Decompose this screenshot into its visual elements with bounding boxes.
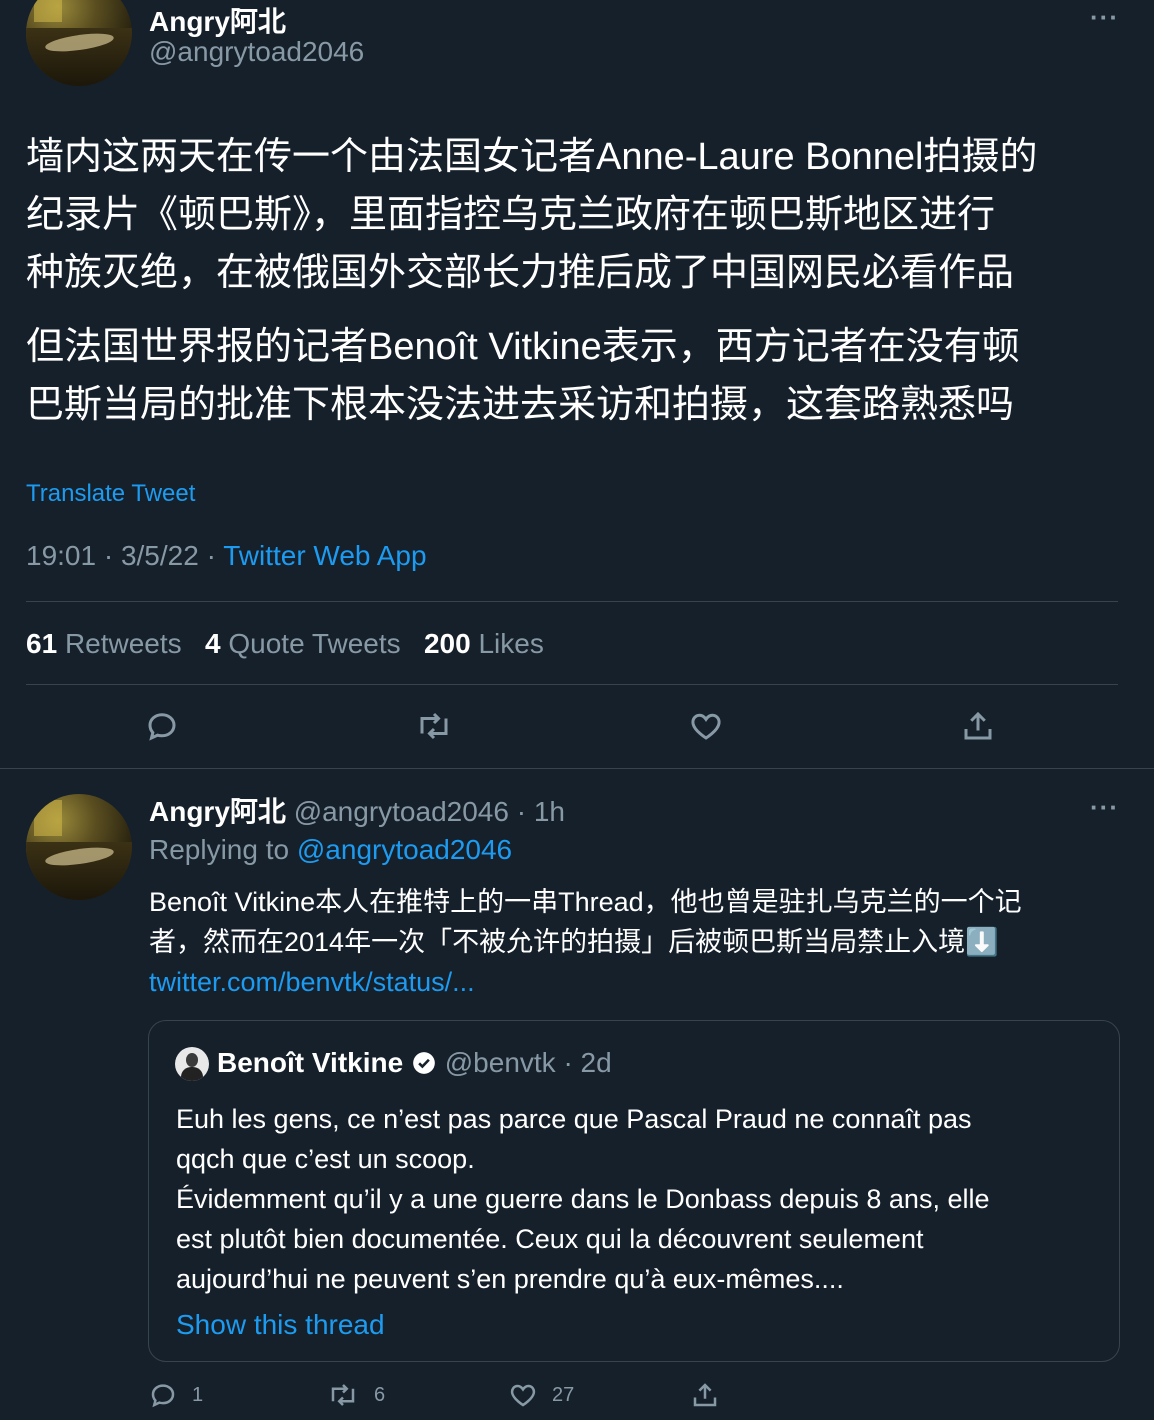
author-handle[interactable]: @angrytoad2046 (149, 36, 364, 68)
quoted-text-line: Euh les gens, ce n’est pas parce que Pas… (176, 1104, 972, 1134)
author-name[interactable]: Angry阿北 (149, 796, 286, 827)
tweet-text-line: 巴斯当局的批准下根本没法进去采访和拍摄，这套路熟悉吗 (26, 384, 1015, 426)
reply-text-line: 者，然而在2014年一次「不被允许的拍摄」后被顿巴斯当局禁止入境⬇️ (149, 927, 999, 957)
tweet-timestamp[interactable]: 19:01 · 3/5/22 · (26, 540, 223, 571)
more-options-icon[interactable]: ··· (1090, 792, 1119, 823)
reply-icon (151, 1384, 175, 1408)
show-thread-link[interactable]: Show this thread (176, 1309, 385, 1341)
tweet-text-paragraph-2: 但法国世界报的记者Benoît Vitkine表示，西方记者在没有顿 巴斯当局的… (26, 318, 1126, 434)
share-button[interactable] (960, 708, 996, 744)
heart-icon (510, 1384, 536, 1407)
verified-badge-icon (413, 1052, 435, 1074)
like-button[interactable]: 27 (508, 1380, 574, 1410)
status-link[interactable]: twitter.com/benvtk/status/... (149, 962, 1134, 1002)
tweet-text-line: 但法国世界报的记者Benoît Vitkine表示，西方记者在没有顿 (26, 326, 1020, 368)
retweet-icon (331, 1384, 355, 1406)
quoted-text-line: qqch que c’est un scoop. (176, 1144, 475, 1174)
reply-text-line: Benoît Vitkine本人在推特上的一串Thread，他也曾是驻扎乌克兰的… (149, 887, 1022, 917)
tweet-text-line: 种族灭绝，在被俄国外交部长力推后成了中国网民必看作品 (26, 252, 1015, 294)
quoted-tweet-card[interactable]: Benoît Vitkine @benvtk · 2d Euh les gens… (148, 1020, 1120, 1362)
tweet-text-line: 墙内这两天在传一个由法国女记者Anne-Laure Bonnel拍摄的 (26, 136, 1038, 178)
quoted-text-line: Évidemment qu’il y a une guerre dans le … (176, 1184, 990, 1214)
tweet-meta: 19:01 · 3/5/22 · Twitter Web App (26, 540, 427, 572)
divider (0, 768, 1154, 769)
avatar[interactable] (26, 794, 132, 900)
quote-tweets-stat[interactable]: 4 Quote Tweets (205, 628, 401, 659)
tweet-source-link[interactable]: Twitter Web App (223, 540, 426, 571)
avatar[interactable] (26, 0, 132, 86)
like-count: 27 (552, 1383, 575, 1406)
tweet-text: 墙内这两天在传一个由法国女记者Anne-Laure Bonnel拍摄的 纪录片《… (26, 128, 1126, 302)
replying-to: Replying to @angrytoad2046 (149, 834, 512, 866)
retweets-stat[interactable]: 61 Retweets (26, 628, 182, 659)
reply-header: Angry阿北 @angrytoad2046 · 1h (149, 790, 565, 830)
quoted-handle-time[interactable]: @benvtk · 2d (445, 1047, 612, 1078)
retweet-icon (420, 712, 448, 740)
retweet-button[interactable] (414, 708, 454, 744)
quoted-author-name[interactable]: Benoît Vitkine (217, 1047, 403, 1078)
share-icon (693, 1383, 717, 1407)
quoted-text-line: est plutôt bien documentée. Ceux qui la … (176, 1224, 924, 1254)
likes-stat[interactable]: 200 Likes (424, 628, 544, 659)
share-icon (964, 711, 992, 740)
translate-tweet-link[interactable]: Translate Tweet (26, 480, 195, 508)
author-handle-time[interactable]: @angrytoad2046 · 1h (294, 796, 565, 827)
retweet-button[interactable]: 6 (326, 1380, 385, 1410)
tweet-text-line: 纪录片《顿巴斯》，里面指控乌克兰政府在顿巴斯地区进行 (26, 194, 996, 236)
like-button[interactable] (688, 708, 724, 744)
quoted-header: Benoît Vitkine @benvtk · 2d (217, 1047, 612, 1079)
reply-button[interactable]: 1 (148, 1380, 203, 1410)
reply-button[interactable] (144, 708, 180, 744)
reply-text: Benoît Vitkine本人在推特上的一串Thread，他也曾是驻扎乌克兰的… (149, 882, 1134, 1002)
reply-count: 1 (192, 1383, 204, 1406)
quoted-text: Euh les gens, ce n’est pas parce que Pas… (176, 1099, 1106, 1299)
divider (26, 601, 1118, 602)
retweet-count: 6 (374, 1383, 386, 1406)
more-options-icon[interactable]: ··· (1090, 2, 1119, 33)
quoted-avatar[interactable] (175, 1047, 209, 1081)
share-button[interactable] (690, 1380, 720, 1410)
tweet-stats: 61 Retweets 4 Quote Tweets 200 Likes (26, 628, 544, 660)
replying-to-label: Replying to (149, 834, 297, 865)
reply-icon (148, 713, 176, 741)
quoted-text-line: aujourd’hui ne peuvent s’en prendre qu’à… (176, 1264, 844, 1294)
author-name[interactable]: Angry阿北 (149, 0, 286, 40)
divider (26, 684, 1118, 685)
heart-icon (691, 713, 721, 740)
replying-to-handle[interactable]: @angrytoad2046 (297, 834, 512, 865)
